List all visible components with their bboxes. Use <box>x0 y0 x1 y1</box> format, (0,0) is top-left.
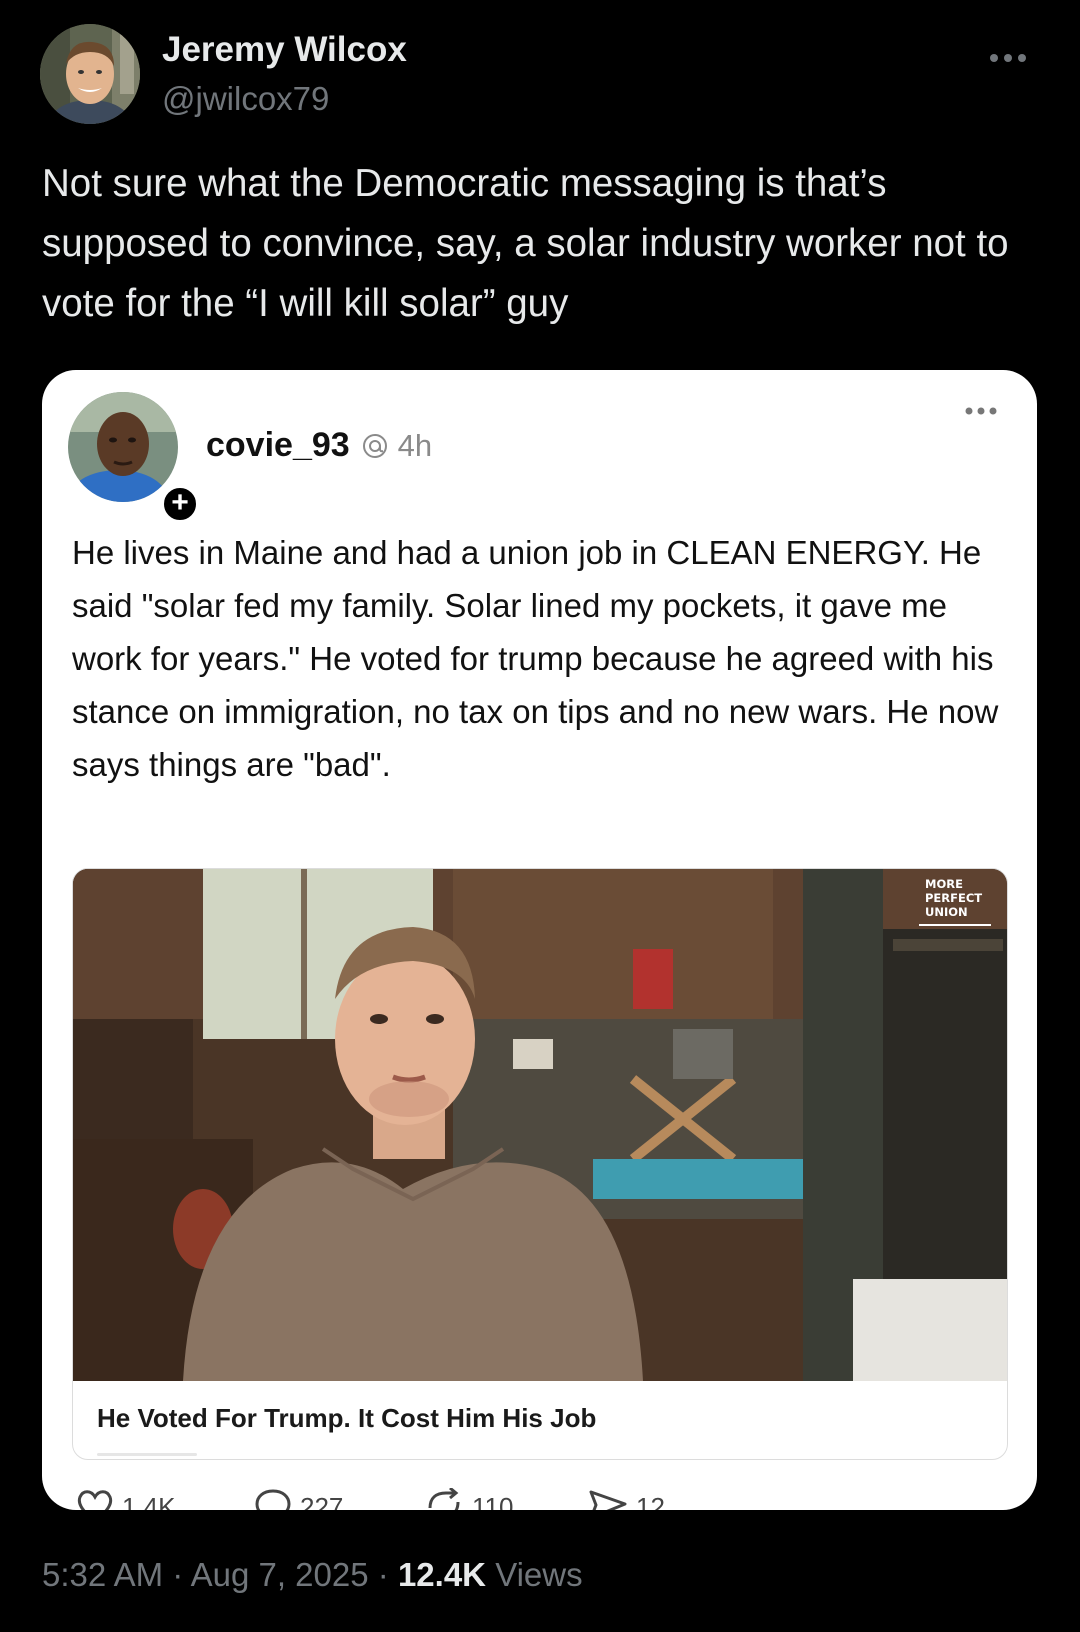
quoted-comment-action[interactable]: 227 <box>254 1488 343 1510</box>
quoted-action-bar: 1.4K 227 110 12 <box>76 1488 1006 1510</box>
comment-icon <box>255 1489 291 1510</box>
quoted-time: 4h <box>397 427 433 463</box>
quoted-author-row: covie_93 4h <box>206 426 432 465</box>
quoted-author-avatar[interactable] <box>68 392 178 502</box>
repost-icon <box>428 1488 460 1510</box>
like-count: 1.4K <box>122 1492 176 1510</box>
threads-icon <box>360 431 390 461</box>
more-options-icon[interactable] <box>986 48 1030 68</box>
quoted-like-action[interactable]: 1.4K <box>76 1488 176 1510</box>
views-count[interactable]: 12.4K <box>398 1556 486 1593</box>
tweet-header: Jeremy Wilcox @jwilcox79 <box>40 24 1040 128</box>
video-thumbnail[interactable]: MORE PERFECT UNION <box>73 869 1007 1381</box>
quoted-share-action[interactable]: 12 <box>588 1488 665 1510</box>
share-count: 12 <box>636 1492 665 1510</box>
author-name[interactable]: Jeremy Wilcox <box>162 30 407 70</box>
logo-line: PERFECT <box>925 891 983 905</box>
quoted-username[interactable]: covie_93 <box>206 426 350 465</box>
tweet-meta-row: 5:32 AM · Aug 7, 2025 · 12.4K Views <box>42 1556 583 1594</box>
more-perfect-union-logo: MORE PERFECT UNION <box>925 877 989 919</box>
comment-count: 227 <box>300 1492 344 1510</box>
video-caption[interactable]: He Voted For Trump. It Cost Him His Job <box>97 1403 596 1434</box>
logo-underline <box>919 924 991 926</box>
quoted-more-icon[interactable] <box>963 404 999 418</box>
quoted-avatar-group: + <box>68 392 200 524</box>
author-handle[interactable]: @jwilcox79 <box>162 80 329 118</box>
views-label: Views <box>495 1556 583 1593</box>
logo-line: MORE <box>925 877 963 891</box>
tweet-text: Not sure what the Democratic messaging i… <box>42 162 1009 325</box>
heart-icon <box>77 1490 113 1510</box>
tweet-date[interactable]: Aug 7, 2025 <box>191 1556 369 1593</box>
quoted-post-card[interactable]: + covie_93 4h He lives in Maine and had … <box>42 370 1037 1510</box>
tweet-time[interactable]: 5:32 AM <box>42 1556 163 1593</box>
author-avatar[interactable] <box>40 24 140 124</box>
meta-separator: · <box>172 1556 184 1593</box>
meta-separator: · <box>377 1556 389 1593</box>
video-link-card[interactable]: MORE PERFECT UNION He Voted For Trump. I… <box>72 868 1008 1460</box>
quoted-post-text: He lives in Maine and had a union job in… <box>72 534 999 783</box>
share-icon <box>589 1490 627 1510</box>
logo-line: UNION <box>925 905 968 919</box>
quoted-repost-action[interactable]: 110 <box>424 1488 513 1510</box>
repost-count: 110 <box>472 1492 514 1510</box>
caption-divider <box>97 1453 197 1456</box>
follow-plus-button[interactable]: + <box>160 484 200 524</box>
